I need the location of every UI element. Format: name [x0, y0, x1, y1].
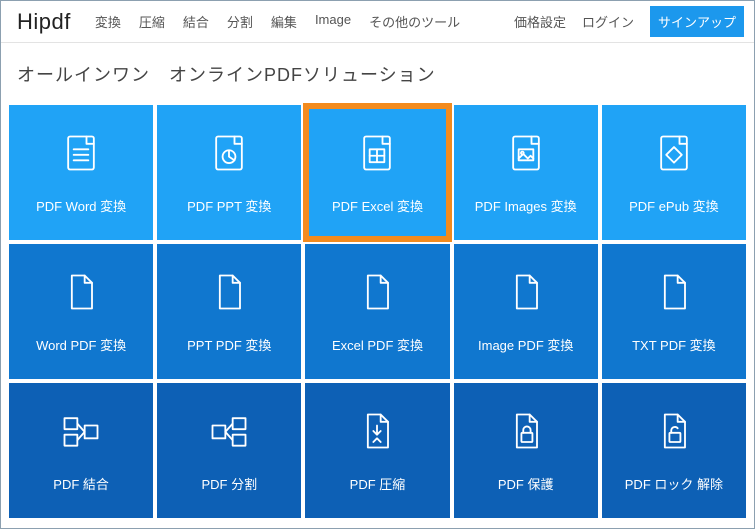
logo: Hipdf — [17, 9, 71, 35]
tile-label: Excel PDF 変換 — [332, 335, 423, 354]
tile-pdf-split[interactable]: PDF 分割 — [157, 383, 301, 518]
nav-login[interactable]: ログイン — [582, 12, 634, 31]
tile-excel-to-pdf[interactable]: Excel PDF 変換 — [305, 244, 449, 379]
tile-label: PDF ロック 解除 — [625, 474, 723, 493]
nav-compress[interactable]: 圧縮 — [139, 12, 165, 31]
tile-pdf-to-excel[interactable]: PDF Excel 変換 — [305, 105, 449, 240]
tile-word-to-pdf[interactable]: Word PDF 変換 — [9, 244, 153, 379]
tile-label: PPT PDF 変換 — [187, 335, 271, 354]
tile-pdf-to-ppt[interactable]: PDF PPT 変換 — [157, 105, 301, 240]
page-fold-icon — [59, 270, 103, 319]
tile-pdf-to-images[interactable]: PDF Images 変換 — [454, 105, 598, 240]
tile-pdf-compress[interactable]: PDF 圧縮 — [305, 383, 449, 518]
tile-label: PDF Word 変換 — [36, 196, 126, 215]
page-fold-icon — [652, 270, 696, 319]
nav-merge[interactable]: 結合 — [183, 12, 209, 31]
tile-ppt-to-pdf[interactable]: PPT PDF 変換 — [157, 244, 301, 379]
doc-grid-icon — [355, 131, 399, 180]
doc-epub-icon — [652, 131, 696, 180]
tool-grid: PDF Word 変換 PDF PPT 変換 PDF Excel 変換 PDF Ima… — [1, 105, 754, 518]
tile-label: PDF 結合 — [53, 474, 109, 493]
tile-label: PDF 保護 — [498, 474, 554, 493]
page-title: オールインワン オンラインPDFソリューション — [1, 43, 754, 105]
page-fold-icon — [504, 270, 548, 319]
doc-pie-icon — [207, 131, 251, 180]
unlock-icon — [652, 409, 696, 458]
nav-image[interactable]: Image — [315, 12, 351, 31]
tile-pdf-protect[interactable]: PDF 保護 — [454, 383, 598, 518]
tile-label: PDF 分割 — [201, 474, 257, 493]
main-nav: 変換 圧縮 結合 分割 編集 Image その他のツール — [95, 12, 514, 31]
tile-pdf-to-word[interactable]: PDF Word 変換 — [9, 105, 153, 240]
merge-icon — [59, 409, 103, 458]
signup-button[interactable]: サインアップ — [650, 6, 744, 37]
page-fold-icon — [207, 270, 251, 319]
nav-split[interactable]: 分割 — [227, 12, 253, 31]
tile-label: TXT PDF 変換 — [632, 335, 716, 354]
nav-edit[interactable]: 編集 — [271, 12, 297, 31]
tile-image-to-pdf[interactable]: Image PDF 変換 — [454, 244, 598, 379]
tile-pdf-unlock[interactable]: PDF ロック 解除 — [602, 383, 746, 518]
compress-icon — [355, 409, 399, 458]
nav-pricing[interactable]: 価格設定 — [514, 12, 566, 31]
tile-pdf-to-epub[interactable]: PDF ePub 変換 — [602, 105, 746, 240]
tile-label: Word PDF 変換 — [36, 335, 126, 354]
tile-label: PDF ePub 変換 — [629, 196, 719, 215]
tile-label: PDF PPT 変換 — [187, 196, 271, 215]
doc-image-icon — [504, 131, 548, 180]
tile-label: PDF Excel 変換 — [332, 196, 423, 215]
tile-label: PDF 圧縮 — [350, 474, 406, 493]
nav-other[interactable]: その他のツール — [369, 12, 460, 31]
tile-label: Image PDF 変換 — [478, 335, 573, 354]
tile-txt-to-pdf[interactable]: TXT PDF 変換 — [602, 244, 746, 379]
nav-convert[interactable]: 変換 — [95, 12, 121, 31]
header: Hipdf 変換 圧縮 結合 分割 編集 Image その他のツール 価格設定 … — [1, 1, 754, 43]
doc-lines-icon — [59, 131, 103, 180]
lock-icon — [504, 409, 548, 458]
tile-label: PDF Images 変換 — [475, 196, 577, 215]
page-fold-icon — [355, 270, 399, 319]
right-nav: 価格設定 ログイン サインアップ — [514, 6, 744, 37]
split-icon — [207, 409, 251, 458]
tile-pdf-merge[interactable]: PDF 結合 — [9, 383, 153, 518]
